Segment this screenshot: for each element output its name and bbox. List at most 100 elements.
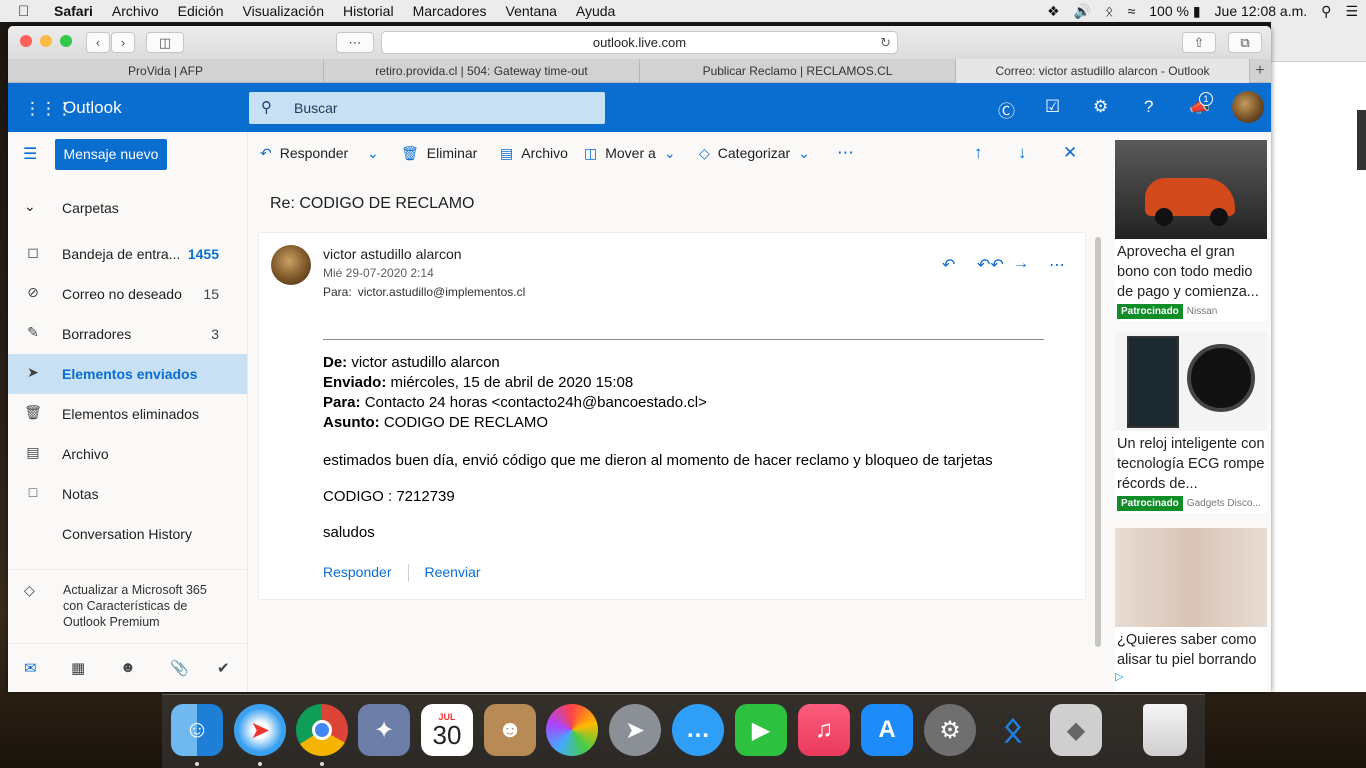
reply-button[interactable]: ↶ Responder <box>260 145 348 162</box>
people-icon[interactable]: ☻ <box>120 659 136 676</box>
forward-button[interactable]: › <box>111 32 135 53</box>
clock[interactable]: Jue 12:08 a.m. <box>1215 3 1308 19</box>
sidebar-toggle-icon[interactable]: ◫ <box>146 32 184 53</box>
delete-button[interactable]: 🗑 Eliminar <box>401 145 477 162</box>
bluetooth-app-icon[interactable]: ᛟ <box>987 704 1039 756</box>
adchoices-icon[interactable]: ▷ <box>1115 670 1123 683</box>
menu-edicion[interactable]: Edición <box>178 3 224 19</box>
menu-archivo[interactable]: Archivo <box>112 3 159 19</box>
itunes-icon[interactable]: ♫ <box>798 704 850 756</box>
folder-deleted[interactable]: 🗑 Elementos eliminados <box>8 394 247 434</box>
todo-check-icon[interactable]: ✔ <box>217 659 230 677</box>
chrome-icon[interactable] <box>296 704 348 756</box>
sender-avatar[interactable] <box>271 245 311 285</box>
calendar-app-icon[interactable]: JUL 30 <box>421 704 473 756</box>
reply-options-chevron-icon[interactable]: ⌄ <box>367 145 379 162</box>
bluetooth-icon[interactable]: ᛟ <box>1105 3 1113 19</box>
dropbox-icon[interactable]: ❖ <box>1047 3 1060 20</box>
upgrade-premium[interactable]: ◇ Actualizar a Microsoft 365 con Caracte… <box>8 569 248 629</box>
new-message-button[interactable]: Mensaje nuevo <box>55 139 167 170</box>
more-options-icon[interactable]: ⋯ <box>1049 255 1065 275</box>
reply-icon[interactable]: ↶ <box>942 255 955 275</box>
photos-icon[interactable] <box>546 704 598 756</box>
zoom-window-button[interactable] <box>60 35 72 47</box>
tab-provida[interactable]: ProVida | AFP <box>8 59 324 83</box>
volume-icon[interactable]: 🔊 <box>1074 3 1091 20</box>
folder-drafts[interactable]: ✎ Borradores 3 <box>8 314 247 354</box>
wifi-icon[interactable]: ≈ <box>1128 3 1136 19</box>
close-window-button[interactable] <box>20 35 32 47</box>
facetime-icon[interactable]: ▶ <box>735 704 787 756</box>
next-message-arrow-icon[interactable]: ↓ <box>1018 143 1027 163</box>
help-icon[interactable]: ? <box>1144 97 1153 117</box>
folder-junk[interactable]: ⊘ Correo no deseado 15 <box>8 274 247 314</box>
forward-link[interactable]: Reenviar <box>425 564 481 580</box>
roblox-icon[interactable]: ◆ <box>1050 704 1102 756</box>
ad-card[interactable]: Aprovecha el gran bono con todo medio de… <box>1115 140 1267 321</box>
messages-icon[interactable]: … <box>672 704 724 756</box>
more-actions-icon[interactable]: ⋯ <box>837 143 854 163</box>
outlook-brand[interactable]: Outlook <box>63 98 122 118</box>
minimize-window-button[interactable] <box>40 35 52 47</box>
categorize-button[interactable]: ◇ Categorizar ⌄ <box>699 145 810 162</box>
share-icon[interactable]: ⇧ <box>1182 32 1216 53</box>
menu-visualizacion[interactable]: Visualización <box>243 3 324 19</box>
new-tab-button[interactable]: + <box>1250 59 1270 83</box>
reload-icon[interactable]: ↻ <box>880 32 891 53</box>
back-button[interactable]: ‹ <box>86 32 110 53</box>
battery-status[interactable]: 100 % ▮ <box>1149 3 1200 20</box>
reply-link[interactable]: Responder <box>323 564 392 580</box>
contacts-icon[interactable]: ☻ <box>484 704 536 756</box>
ad-card[interactable]: ¿Quieres saber como alisar tu piel borra… <box>1115 528 1267 692</box>
ad-text: ¿Quieres saber como alisar tu piel borra… <box>1117 632 1257 668</box>
tab-outlook[interactable]: Correo: victor astudillo alarcon - Outlo… <box>956 59 1250 83</box>
folder-inbox[interactable]: ◻ Bandeja de entra... 1455 <box>8 234 247 274</box>
hamburger-menu-icon[interactable]: ☰ <box>23 144 37 164</box>
reply-all-icon[interactable]: ↶↶ <box>977 255 1004 275</box>
tab-reclamos[interactable]: Publicar Reclamo | RECLAMOS.CL <box>640 59 956 83</box>
apple-menu-icon[interactable]:  <box>18 3 40 20</box>
app-store-icon[interactable]: A <box>861 704 913 756</box>
mail-icon[interactable]: ✉ <box>24 659 37 677</box>
attachment-icon[interactable]: 📎 <box>170 659 189 677</box>
forward-arrow-icon[interactable]: → <box>1013 255 1029 273</box>
skype-icon[interactable]: Ⓒ <box>998 97 1015 122</box>
recipient-address[interactable]: victor.astudillo@implementos.cl <box>358 285 526 299</box>
trash-icon[interactable] <box>1143 704 1187 756</box>
system-preferences-gear-icon[interactable]: ⚙ <box>924 704 976 756</box>
move-to-button[interactable]: ◫ Mover a ⌄ <box>584 145 676 162</box>
folders-header[interactable]: ⌄ Carpetas <box>8 194 248 224</box>
folder-archive[interactable]: ▤ Archivo <box>8 434 247 474</box>
notification-center-icon[interactable]: ☰ <box>1345 3 1358 20</box>
tabs-overview-icon[interactable]: ⧉ <box>1228 32 1262 53</box>
launchpad-icon[interactable]: ➤ <box>609 704 661 756</box>
folder-conversation-history[interactable]: Conversation History <box>8 514 247 554</box>
finder-icon[interactable]: ☺ <box>171 704 223 756</box>
spotlight-icon[interactable]: ⚲ <box>1321 3 1331 20</box>
sender-name[interactable]: victor astudillo alarcon <box>323 246 462 262</box>
menu-historial[interactable]: Historial <box>343 3 394 19</box>
reading-pane-scrollbar[interactable] <box>1095 237 1101 647</box>
menu-ventana[interactable]: Ventana <box>506 3 557 19</box>
menu-ayuda[interactable]: Ayuda <box>576 3 615 19</box>
trash-icon: 🗑 <box>24 404 42 420</box>
settings-gear-icon[interactable]: ⚙ <box>1093 97 1108 117</box>
close-reading-icon[interactable]: ✕ <box>1063 143 1077 163</box>
preview-photo-icon[interactable]: ✦ <box>358 704 410 756</box>
my-day-icon[interactable]: ☑ <box>1045 97 1060 117</box>
account-avatar[interactable] <box>1232 91 1264 123</box>
archive-button[interactable]: ▤ Archivo <box>500 145 568 162</box>
calendar-icon[interactable]: ▦ <box>71 659 85 677</box>
menu-marcadores[interactable]: Marcadores <box>413 3 487 19</box>
previous-message-arrow-icon[interactable]: ↑ <box>974 143 983 163</box>
more-options-button[interactable]: ⋯ <box>336 32 374 53</box>
folder-notes[interactable]: □ Notas <box>8 474 247 514</box>
address-bar[interactable]: outlook.live.com ↻ <box>381 31 898 54</box>
ad-card[interactable]: Un reloj inteligente con tecnología ECG … <box>1115 332 1267 513</box>
menu-app-name[interactable]: Safari <box>54 3 93 19</box>
safari-icon[interactable]: ➤ <box>234 704 286 756</box>
folder-move-icon: ◫ <box>584 145 598 161</box>
tab-retiro-provida[interactable]: retiro.provida.cl | 504: Gateway time-ou… <box>324 59 640 83</box>
folder-sent[interactable]: ➤ Elementos enviados <box>8 354 247 394</box>
search-input[interactable]: ⚲ Buscar <box>249 92 605 124</box>
